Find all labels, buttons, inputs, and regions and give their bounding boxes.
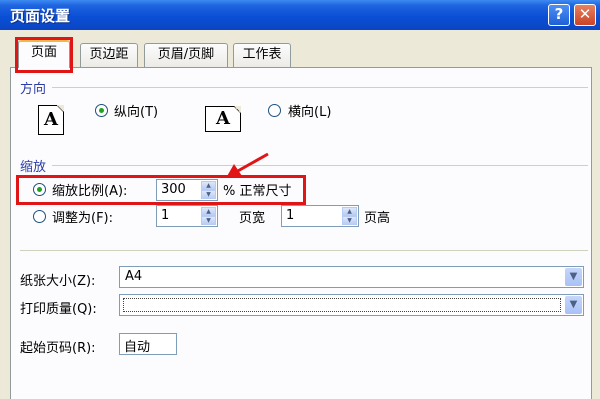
title-bar: 页面设置 ? ✕ bbox=[0, 0, 600, 30]
spin-up-icon[interactable]: ▲ bbox=[201, 207, 216, 216]
tab-header-footer[interactable]: 页眉/页脚 bbox=[144, 43, 228, 67]
red-arrow-icon bbox=[226, 152, 269, 178]
tab-highlight-box bbox=[15, 37, 73, 73]
spin-down-icon[interactable]: ▼ bbox=[201, 216, 216, 225]
print-quality-label: 打印质量(Q): bbox=[20, 302, 97, 317]
print-quality-select[interactable]: ▼ bbox=[119, 294, 584, 316]
pages-tall-value[interactable]: 1 bbox=[286, 208, 294, 223]
chevron-down-icon[interactable]: ▼ bbox=[565, 296, 582, 314]
pages-wide-value[interactable]: 1 bbox=[161, 208, 169, 223]
pages-wide-stepper[interactable]: 1 ▲ ▼ bbox=[156, 205, 218, 227]
pages-tall-label: 页高 bbox=[364, 211, 391, 226]
spin-down-icon[interactable]: ▼ bbox=[342, 216, 357, 225]
scaling-separator bbox=[52, 165, 588, 166]
paper-size-label: 纸张大小(Z): bbox=[20, 274, 96, 289]
tab-sheet[interactable]: 工作表 bbox=[233, 43, 291, 67]
landscape-paper-icon: A bbox=[205, 106, 241, 132]
focus-outline bbox=[123, 298, 561, 312]
pages-tall-stepper[interactable]: 1 ▲ ▼ bbox=[281, 205, 359, 227]
close-button[interactable]: ✕ bbox=[574, 4, 596, 26]
chevron-down-icon[interactable]: ▼ bbox=[565, 268, 582, 286]
pages-wide-label: 页宽 bbox=[239, 211, 266, 226]
window-title: 页面设置 bbox=[10, 7, 71, 25]
first-page-number-label: 起始页码(R): bbox=[20, 341, 96, 356]
orientation-separator bbox=[52, 87, 588, 88]
spin-up-icon[interactable]: ▲ bbox=[342, 207, 357, 216]
first-page-number-input[interactable]: 自动 bbox=[119, 333, 177, 355]
portrait-label[interactable]: 纵向(T) bbox=[114, 101, 158, 120]
landscape-label[interactable]: 横向(L) bbox=[288, 101, 331, 120]
portrait-radio[interactable] bbox=[95, 104, 108, 117]
fit-to-label[interactable]: 调整为(F): bbox=[52, 207, 113, 226]
tab-margins[interactable]: 页边距 bbox=[80, 43, 138, 67]
paper-size-select[interactable]: A4 ▼ bbox=[119, 266, 584, 288]
landscape-radio[interactable] bbox=[268, 104, 281, 117]
paper-size-value[interactable]: A4 bbox=[125, 269, 142, 284]
orientation-label: 方向 bbox=[20, 82, 47, 97]
section-separator bbox=[20, 250, 588, 251]
fit-to-radio[interactable] bbox=[33, 210, 46, 223]
first-page-number-value[interactable]: 自动 bbox=[124, 336, 150, 355]
scaling-label: 缩放 bbox=[20, 160, 47, 175]
help-button[interactable]: ? bbox=[548, 4, 570, 26]
portrait-paper-icon: A bbox=[38, 105, 64, 135]
